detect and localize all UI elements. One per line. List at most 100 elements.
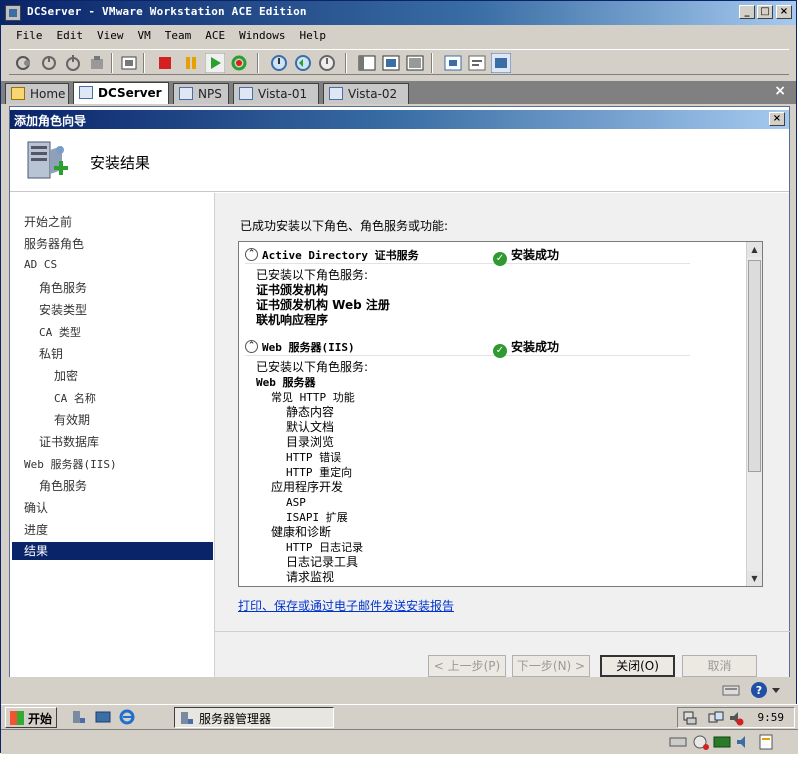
keyboard-icon <box>722 685 740 696</box>
nav-item-progress[interactable]: 进度 <box>24 521 48 538</box>
dropdown-arrow-icon[interactable] <box>771 685 781 695</box>
tab-label: NPS <box>198 87 222 101</box>
wizard-title: 添加角色向导 <box>14 114 87 128</box>
svg-text:?: ? <box>756 684 762 697</box>
nav-item-iis-role-services[interactable]: 角色服务 <box>39 477 87 494</box>
installed-item: 证书颁发机构 Web 注册 <box>256 298 390 312</box>
hard-disk-icon[interactable] <box>669 734 687 750</box>
network-adapter-icon[interactable] <box>713 734 731 750</box>
scroll-down-icon[interactable]: ▼ <box>747 571 762 586</box>
section-title: Web 服务器(IIS) <box>262 341 355 354</box>
power-on-icon[interactable] <box>205 53 225 73</box>
vm-icon <box>179 87 193 100</box>
message-log-icon[interactable] <box>757 734 775 750</box>
sound-icon[interactable] <box>735 734 753 750</box>
results-intro: 已成功安装以下角色、角色服务或功能: <box>240 219 449 233</box>
menu-view[interactable]: View <box>90 27 131 44</box>
report-link[interactable]: 打印、保存或通过电子邮件发送安装报告 <box>238 597 454 614</box>
results-scrollbar[interactable]: ▲ ▼ <box>746 242 762 586</box>
cd-rom-icon[interactable] <box>691 734 709 750</box>
menu-ace[interactable]: ACE <box>198 27 232 44</box>
start-button[interactable]: 开始 <box>5 707 57 728</box>
scroll-thumb[interactable] <box>748 260 761 472</box>
server-manager-status-strip: ? <box>9 677 790 704</box>
nav-item-validity-period[interactable]: 有效期 <box>54 411 90 428</box>
nav-item-results[interactable]: 结果 <box>12 542 213 560</box>
reset-icon[interactable] <box>229 53 249 73</box>
nav-item-certificate-database[interactable]: 证书数据库 <box>39 433 99 450</box>
team-settings-icon[interactable] <box>87 53 107 73</box>
menu-team[interactable]: Team <box>158 27 199 44</box>
feature-item: 默认文档 <box>286 420 335 434</box>
feature-group: 常见 HTTP 功能 <box>271 391 355 404</box>
menu-help[interactable]: Help <box>292 27 333 44</box>
server-add-role-icon <box>27 141 68 179</box>
take-snapshot-icon[interactable] <box>269 53 289 73</box>
success-check-icon: ✓ <box>493 344 507 358</box>
network-icon[interactable] <box>682 710 698 726</box>
console-view-icon[interactable] <box>443 53 463 73</box>
feature-item: HTTP 日志记录 <box>286 541 364 554</box>
collapse-icon[interactable]: ⌃ <box>245 248 258 261</box>
internet-explorer-icon[interactable] <box>119 709 135 725</box>
sidebar-view-icon[interactable] <box>357 53 377 73</box>
wizard-close-button[interactable]: × <box>769 112 785 126</box>
menu-vm[interactable]: VM <box>131 27 158 44</box>
tab-vista-01[interactable]: Vista-01 <box>233 83 319 104</box>
tab-vista-02[interactable]: Vista-02 <box>323 83 409 104</box>
nav-item-server-roles[interactable]: 服务器角色 <box>24 235 84 252</box>
tab-nps[interactable]: NPS <box>173 83 229 104</box>
window-title-bar[interactable]: DCServer - VMware Workstation ACE Editio… <box>1 1 796 25</box>
scroll-up-icon[interactable]: ▲ <box>747 242 762 257</box>
snapshot-clock-icon[interactable] <box>317 53 337 73</box>
suspend-icon[interactable] <box>181 53 201 73</box>
help-icon[interactable]: ? <box>750 681 768 699</box>
volume-muted-icon[interactable] <box>728 710 744 726</box>
guest-taskbar: 开始 服务器管理器 9:59 <box>1 704 798 729</box>
network-connection-icon[interactable] <box>708 710 724 726</box>
team-icon[interactable] <box>15 53 35 73</box>
full-screen-icon[interactable] <box>381 53 401 73</box>
minimize-button[interactable]: _ <box>739 5 755 19</box>
collapse-icon[interactable]: ⌃ <box>245 340 258 353</box>
appliance-view-icon[interactable] <box>491 53 511 73</box>
installed-caption: 已安装以下角色服务: <box>256 268 369 282</box>
menu-file[interactable]: File <box>9 27 50 44</box>
menu-edit[interactable]: Edit <box>50 27 91 44</box>
revert-snapshot-icon[interactable] <box>293 53 313 73</box>
close-wizard-button[interactable]: 关闭(O) <box>600 655 675 677</box>
team-power-icon[interactable] <box>63 53 83 73</box>
maximize-button[interactable]: □ <box>757 5 773 19</box>
snapshot-manager-icon[interactable] <box>119 53 139 73</box>
nav-item-cryptography[interactable]: 加密 <box>54 367 78 384</box>
tab-label: DCServer <box>98 86 162 100</box>
toolbar-separator <box>143 53 145 73</box>
tab-label: Vista-01 <box>258 87 308 101</box>
power-off-icon[interactable] <box>155 53 175 73</box>
nav-item-web-server-iis[interactable]: Web 服务器(IIS) <box>24 456 117 472</box>
tab-home[interactable]: Home <box>5 83 69 104</box>
nav-item-setup-type[interactable]: 安装类型 <box>39 301 87 318</box>
task-server-manager[interactable]: 服务器管理器 <box>174 707 334 728</box>
wizard-title-bar[interactable]: 添加角色向导 × <box>10 110 789 129</box>
team-sync-icon[interactable] <box>39 53 59 73</box>
cancel-button[interactable]: 取消 <box>682 655 757 677</box>
tab-dcserver[interactable]: DCServer <box>73 82 169 104</box>
close-button[interactable]: × <box>776 5 792 19</box>
next-button[interactable]: 下一步(N) > <box>512 655 590 677</box>
menu-windows[interactable]: Windows <box>232 27 292 44</box>
results-list[interactable]: ⌃ Active Directory 证书服务 ✓ 安装成功 已安装以下角色服务:… <box>238 241 763 587</box>
previous-button[interactable]: < 上一步(P) <box>428 655 506 677</box>
nav-item-ca-name[interactable]: CA 名称 <box>54 390 96 406</box>
nav-item-ad-cs[interactable]: AD CS <box>24 258 57 271</box>
nav-item-role-services[interactable]: 角色服务 <box>39 279 87 296</box>
close-tab-icon[interactable]: × <box>774 83 786 99</box>
nav-item-confirmation[interactable]: 确认 <box>24 499 48 516</box>
show-desktop-icon[interactable] <box>95 709 111 725</box>
summary-view-icon[interactable] <box>467 53 487 73</box>
quick-switch-icon[interactable] <box>405 53 425 73</box>
nav-item-ca-type[interactable]: CA 类型 <box>39 324 81 340</box>
nav-item-private-key[interactable]: 私钥 <box>39 345 63 362</box>
server-manager-quicklaunch-icon[interactable] <box>71 709 87 725</box>
nav-item-before-you-begin[interactable]: 开始之前 <box>24 213 72 230</box>
